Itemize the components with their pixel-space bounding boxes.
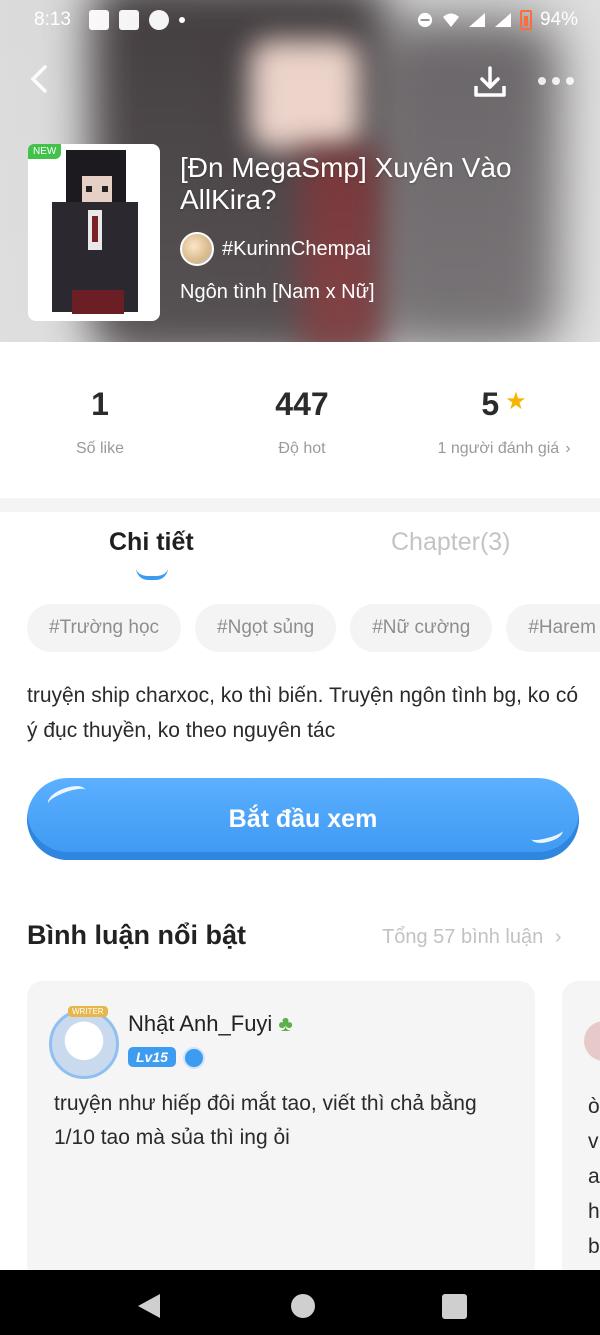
active-tab-indicator <box>136 568 168 580</box>
nav-back-icon[interactable] <box>138 1294 160 1318</box>
stat-likes: 1 Số like <box>0 382 200 458</box>
likes-count: 1 <box>91 386 109 422</box>
comment-text: truyện như hiếp đôi mắt tao, viết thì ch… <box>54 1092 477 1149</box>
download-button[interactable] <box>470 62 510 102</box>
tag-chip[interactable]: #Ngọt sủng <box>195 604 337 652</box>
commenter-name: Nhật Anh_Fuyi <box>128 1011 273 1036</box>
nav-recents-icon[interactable] <box>442 1294 467 1319</box>
author-name: #KurinnChempai <box>222 237 371 260</box>
more-dot-icon <box>538 77 546 85</box>
chevron-left-icon <box>30 65 47 93</box>
signal-icon <box>468 13 485 27</box>
comments-total: Tổng 57 bình luận <box>382 926 544 948</box>
tiktok-icon <box>148 10 169 30</box>
section-divider <box>0 498 600 512</box>
tag-chip[interactable]: #Nữ cường <box>350 604 493 652</box>
stat-hot: 447 Độ hot <box>202 382 402 458</box>
chevron-right-icon: › <box>565 440 571 457</box>
rating-value: 5 <box>481 386 500 422</box>
book-title: [Đn MegaSmp] Xuyên Vào AllKira? <box>180 152 512 215</box>
tag-list: #Trường học #Ngọt sủng #Nữ cường #Harem <box>27 604 600 652</box>
battery-level: 94% <box>539 9 578 30</box>
author-avatar <box>180 232 214 266</box>
back-button[interactable] <box>22 62 56 96</box>
status-bar: 8:13 94% <box>0 0 600 40</box>
bag-icon <box>88 10 109 30</box>
commenter-avatar <box>584 1021 600 1061</box>
tab-chapters[interactable]: Chapter(3) <box>391 528 511 557</box>
mail-icon <box>118 10 139 30</box>
hot-label: Độ hot <box>278 440 326 457</box>
start-reading-button[interactable]: Bắt đầu xem <box>27 778 579 860</box>
likes-label: Số like <box>75 440 125 457</box>
stats-row: 1 Số like 447 Độ hot 5 ★ 1 người đánh giá… <box>0 382 600 482</box>
level-badge: Lv15 <box>128 1047 176 1067</box>
dnd-icon <box>417 12 433 28</box>
more-dot-icon <box>552 77 560 85</box>
tab-detail[interactable]: Chi tiết <box>109 528 194 557</box>
all-comments-link[interactable]: Tổng 57 bình luận › <box>382 926 561 949</box>
writer-badge: WRITER <box>68 1006 108 1017</box>
more-options-button[interactable] <box>538 66 580 96</box>
sprout-icon: ♣ <box>278 1011 293 1036</box>
start-reading-label: Bắt đầu xem <box>228 804 378 833</box>
book-description: truyện ship charxoc, ko thì biến. Truyện… <box>27 684 578 742</box>
vip-badge-icon <box>183 1047 205 1069</box>
more-notifications-dot-icon <box>178 17 185 23</box>
notification-icons <box>88 10 185 30</box>
comment-card-next[interactable]: ò v a h b <box>562 981 600 1281</box>
more-dot-icon <box>566 77 574 85</box>
commenter-avatar[interactable]: WRITER <box>49 1006 119 1079</box>
comment-card[interactable]: WRITER Nhật Anh_Fuyi ♣ Lv15 truyện như hi… <box>27 981 535 1281</box>
status-right: 94% <box>416 9 578 31</box>
new-badge: NEW <box>28 144 62 159</box>
tag-chip[interactable]: #Harem <box>506 604 600 652</box>
rating-label: 1 người đánh giá <box>437 440 560 457</box>
hot-count: 447 <box>275 386 329 422</box>
wifi-icon <box>442 13 459 27</box>
comment-text-peek: ò v a h b <box>588 1095 600 1258</box>
stat-rating[interactable]: 5 ★ 1 người đánh giá › <box>404 382 600 458</box>
character-illustration <box>52 150 138 314</box>
screen: 8:13 94% NEW [Đn MegaSmp] Xuyên Vào AllK… <box>0 0 600 1335</box>
status-time: 8:13 <box>34 9 71 30</box>
nav-home-icon[interactable] <box>291 1294 315 1318</box>
star-icon: ★ <box>505 388 527 415</box>
battery-icon <box>519 10 532 30</box>
tag-chip[interactable]: #Trường học <box>27 604 182 652</box>
signal-2-icon <box>494 13 511 27</box>
download-icon <box>474 66 506 97</box>
book-genre: Ngôn tình [Nam x Nữ] <box>180 281 375 303</box>
chevron-right-icon: › <box>554 926 562 948</box>
featured-comments-title: Bình luận nổi bật <box>27 920 246 950</box>
author-row[interactable]: #KurinnChempai <box>180 232 371 266</box>
book-cover[interactable] <box>28 144 160 321</box>
